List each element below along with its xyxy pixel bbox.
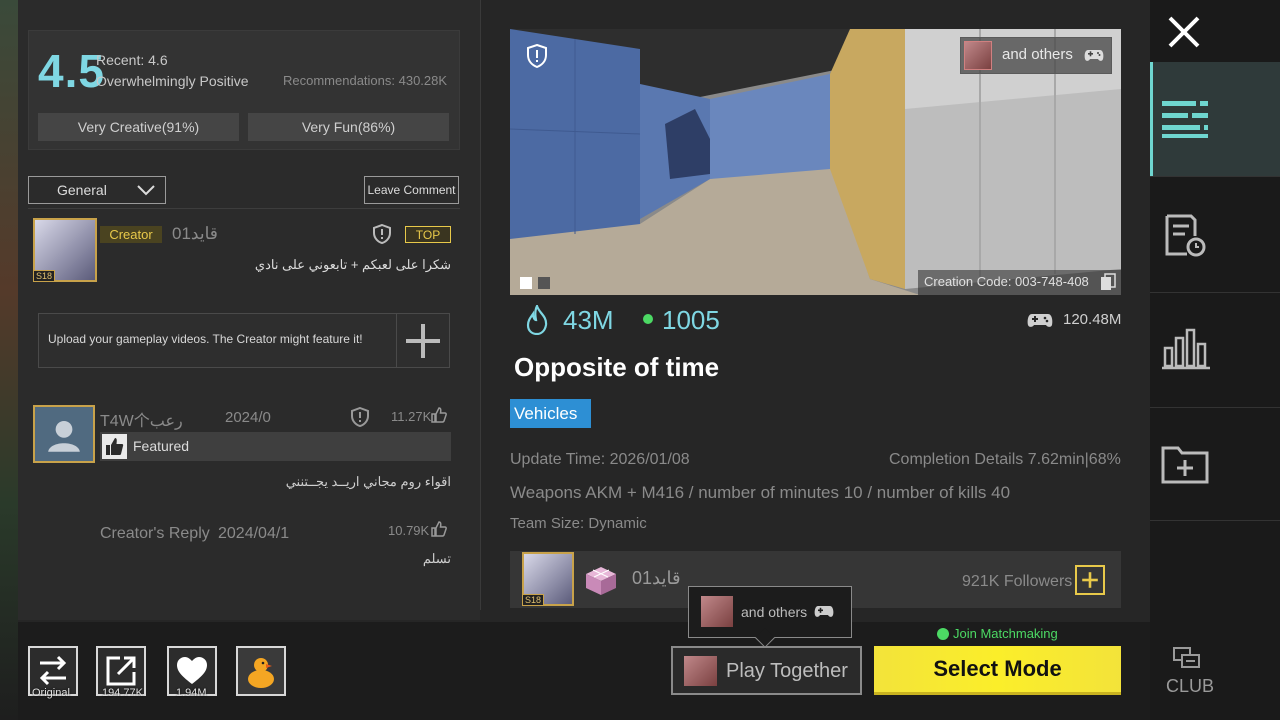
background-edge	[0, 0, 18, 720]
completion-details: Completion Details 7.62min|68%	[889, 451, 1121, 468]
reply-text: تسلم	[422, 551, 451, 566]
divider	[480, 0, 481, 610]
followers-count: 921K Followers	[962, 573, 1073, 590]
avatar	[684, 656, 717, 686]
creator-name: قايد01	[632, 568, 681, 588]
play-together-label: Play Together	[726, 660, 848, 682]
flame-icon	[526, 305, 548, 335]
carousel-dot[interactable]	[538, 277, 550, 289]
plus-icon[interactable]	[404, 322, 442, 360]
thumbs-up-icon[interactable]	[430, 406, 448, 424]
avatar	[964, 41, 992, 70]
divider	[1150, 176, 1280, 177]
divider	[396, 314, 397, 367]
online-count: 1005	[662, 305, 720, 335]
team-size: Team Size: Dynamic	[510, 515, 647, 532]
play-count: 43M	[563, 305, 614, 335]
duck-icon	[248, 658, 274, 688]
club-chat-icon[interactable]	[1172, 646, 1202, 672]
like-count: 1.94M	[176, 687, 207, 699]
carousel-dot-active[interactable]	[520, 277, 532, 289]
report-shield-icon[interactable]	[372, 224, 392, 244]
history-document-icon[interactable]	[1163, 212, 1207, 258]
club-label[interactable]: CLUB	[1166, 676, 1214, 697]
rating-score: 4.5	[38, 45, 105, 97]
featured-label: Featured	[133, 438, 190, 454]
map-description: Weapons AKM + M416 / number of minutes 1…	[510, 483, 1011, 502]
tag-very-creative: Very Creative(91%)	[38, 113, 239, 141]
update-time: Update Time: 2026/01/08	[510, 451, 690, 468]
online-dot	[937, 628, 949, 640]
total-games-count: 120.48M	[1063, 311, 1122, 328]
report-shield-icon[interactable]	[350, 407, 370, 427]
avatar	[701, 596, 733, 627]
like-count: 10.79K	[388, 523, 430, 538]
bar-chart-icon[interactable]	[1161, 326, 1211, 370]
reply-date: 2024/04/1	[218, 525, 290, 542]
divider	[1150, 520, 1280, 521]
online-dot	[643, 314, 653, 324]
chevron-down-icon	[137, 185, 155, 196]
divider	[1150, 292, 1280, 293]
top-badge: TOP	[405, 226, 451, 243]
close-icon[interactable]	[1166, 14, 1202, 50]
like-count: 11.27K	[391, 409, 432, 424]
emote-duck-button[interactable]	[236, 646, 286, 696]
avatar[interactable]	[33, 405, 95, 463]
divider	[28, 208, 460, 209]
others-label: and others	[1002, 46, 1073, 63]
gamepad-icon	[1027, 314, 1053, 327]
tag-very-fun: Very Fun(86%)	[248, 113, 449, 141]
level-badge: S18	[33, 270, 56, 282]
gamepad-icon	[1084, 50, 1104, 61]
map-title: Opposite of time	[514, 352, 720, 382]
join-matchmaking-label[interactable]: Join Matchmaking	[953, 626, 1058, 641]
avatar[interactable]: S18	[33, 218, 97, 282]
upload-prompt: Upload your gameplay videos. The Creator…	[48, 332, 363, 346]
rating-summary-text: Overwhelmingly Positive	[96, 73, 249, 89]
cube-icon	[586, 567, 616, 595]
creation-code: Creation Code: 003-748-408	[924, 274, 1089, 289]
level-badge: S18	[522, 594, 545, 606]
tooltip-others-label: and others	[741, 604, 808, 620]
creator-reply-label: Creator's Reply	[100, 525, 210, 542]
category-tag[interactable]: Vehicles	[510, 399, 591, 428]
leave-comment-button[interactable]: Leave Comment	[364, 176, 459, 204]
gamepad-icon	[814, 606, 834, 617]
add-folder-icon[interactable]	[1160, 442, 1210, 486]
shield-warning-icon[interactable]	[526, 44, 548, 68]
commenter-name: قايد01	[172, 224, 218, 243]
recommendations-count: Recommendations: 430.28K	[283, 73, 448, 88]
copy-icon[interactable]	[1100, 273, 1116, 291]
creator-avatar[interactable]: S18	[522, 552, 574, 606]
details-list-icon	[1162, 101, 1208, 138]
default-avatar-icon	[48, 420, 80, 452]
original-label: Original	[32, 687, 70, 699]
divider	[1150, 407, 1280, 408]
rating-recent: Recent: 4.6	[96, 52, 168, 68]
creator-badge: Creator	[100, 226, 162, 243]
comment-text: اقواء روم مجاني اريــد يجــتنني	[285, 474, 451, 489]
commenter-name: T4W个رعب	[100, 413, 183, 430]
follow-plus-icon[interactable]	[1075, 565, 1105, 595]
comment-text: شكرا على لعبكم + تابعوني على نادي	[254, 257, 451, 272]
comment-date: 2024/0	[225, 409, 271, 426]
thumbs-up-icon[interactable]	[430, 520, 448, 538]
thumbs-up-icon	[102, 434, 127, 459]
share-count: 194.77K	[102, 687, 143, 699]
select-mode-button[interactable]: Select Mode	[874, 646, 1121, 695]
